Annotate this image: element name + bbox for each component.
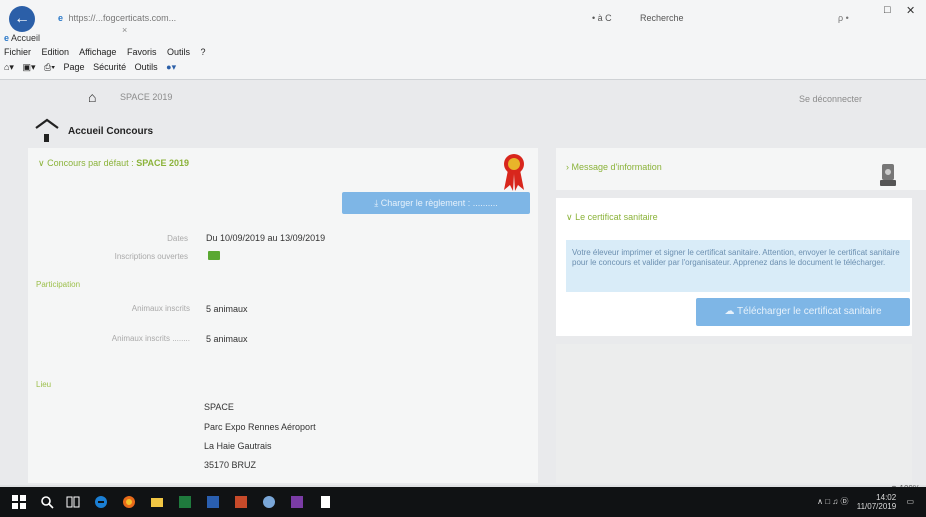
toolbar-page[interactable]: Page	[64, 62, 85, 72]
print-icon[interactable]: ⎙▾	[44, 62, 55, 72]
cert-heading: Le certificat sanitaire	[575, 212, 658, 222]
tab-accueil[interactable]: e Accueil	[4, 33, 40, 43]
address-bar[interactable]: e https://...fogcerticats.com...	[58, 13, 578, 29]
message-panel: › Message d'information	[556, 148, 926, 190]
message-header[interactable]: › Message d'information	[566, 162, 662, 172]
cert-header[interactable]: ∨ Le certificat sanitaire	[566, 212, 658, 223]
lieu-heading: Lieu	[36, 380, 52, 389]
concours-panel: ∨ Concours par défaut : SPACE 2019 ⤓ Cha…	[28, 148, 538, 483]
address-line: 35170 BRUZ	[204, 460, 257, 470]
search-taskbar-icon[interactable]	[40, 495, 54, 509]
chevron-down-icon: ∨	[566, 212, 573, 222]
help-icon[interactable]: ●▾	[166, 62, 176, 72]
document-icon[interactable]	[318, 495, 332, 509]
windows-start-icon[interactable]	[12, 495, 26, 509]
menu-item[interactable]: Edition	[42, 47, 70, 57]
certificate-button-label: Télécharger le certificat sanitaire	[737, 306, 882, 317]
toolbar-outils[interactable]: Outils	[135, 62, 158, 72]
address-actions[interactable]: • à C	[592, 13, 612, 23]
empty-area	[556, 344, 912, 483]
award-ribbon-icon	[504, 154, 524, 191]
animals-value-2: 5 animaux	[206, 334, 248, 344]
task-view-icon[interactable]	[66, 495, 80, 509]
address-line: SPACE	[204, 402, 234, 412]
participation-heading: Participation	[36, 280, 81, 289]
notification-icon[interactable]: ▭	[906, 497, 914, 506]
ie-tab-icon: e	[4, 33, 10, 43]
close-icon[interactable]: ✕	[906, 4, 915, 17]
section-name: SPACE 2019	[136, 158, 190, 168]
message-heading: Message d'information	[571, 162, 662, 172]
download-reglement-button[interactable]: ⤓ Charger le règlement : ..........	[342, 192, 530, 214]
download-icon: ⤓	[374, 198, 379, 208]
clock-time: 14:02	[876, 493, 897, 502]
address-line: La Haie Gautrais	[204, 441, 272, 451]
web-page: ⌂ SPACE 2019 Se déconnecter Accueil Conc…	[0, 80, 926, 485]
address-text: https://...fogcerticats.com...	[68, 13, 177, 23]
home-icon[interactable]: ⌂	[88, 89, 96, 105]
dates-value: Du 10/09/2019 au 13/09/2019	[206, 233, 326, 243]
certificate-icon	[880, 164, 896, 186]
logo-icon	[35, 118, 59, 142]
browser-chrome: ← e https://...fogcerticats.com... • à C…	[0, 0, 926, 80]
back-arrow-icon[interactable]: ←	[9, 6, 35, 32]
onenote-icon[interactable]	[290, 495, 304, 509]
menu-item[interactable]: Outils	[167, 47, 190, 57]
cloud-download-icon: ☁	[724, 306, 735, 317]
command-bar: ⌂▾ ▣▾ ⎙▾ Page Sécurité Outils ●▾	[4, 62, 182, 73]
file-explorer-icon[interactable]	[150, 495, 164, 509]
search-icon[interactable]: ρ •	[838, 13, 849, 23]
menu-item[interactable]: Fichier	[4, 47, 31, 57]
firefox-icon[interactable]	[122, 495, 136, 509]
ie-icon: e	[58, 13, 64, 23]
dates-label: Dates	[167, 234, 188, 243]
app-icon[interactable]	[262, 495, 276, 509]
maximize-icon[interactable]: □	[884, 4, 891, 16]
section-prefix: Concours par défaut :	[47, 158, 134, 168]
chevron-right-icon: ›	[566, 162, 569, 172]
info-message: Votre éleveur imprimer et signer le cert…	[566, 240, 910, 292]
page-title: Accueil Concours	[68, 126, 154, 137]
animals-label-2: Animaux inscrits ........	[111, 334, 190, 343]
menu-item[interactable]: Affichage	[79, 47, 116, 57]
menu-item[interactable]: Favoris	[127, 47, 157, 57]
chevron-down-icon: ∨	[38, 158, 45, 168]
animals-label: Animaux inscrits	[131, 304, 190, 313]
toolbar-securite[interactable]: Sécurité	[93, 62, 126, 72]
status-badge	[208, 251, 220, 260]
right-column: › Message d'information ∨ Le certificat …	[556, 148, 926, 483]
breadcrumb[interactable]: SPACE 2019	[120, 92, 172, 102]
address-line: Parc Expo Rennes Aéroport	[204, 422, 316, 432]
edge-icon[interactable]	[94, 495, 108, 509]
feed-icon[interactable]: ▣▾	[22, 62, 35, 72]
download-certificate-button[interactable]: ☁ Télécharger le certificat sanitaire	[696, 298, 910, 326]
menu-item[interactable]: ?	[201, 47, 206, 57]
clock-date: 11/07/2019	[856, 502, 897, 511]
excel-icon[interactable]	[178, 495, 192, 509]
powerpoint-icon[interactable]	[234, 495, 248, 509]
home-toolbar-icon[interactable]: ⌂▾	[4, 62, 14, 72]
word-icon[interactable]	[206, 495, 220, 509]
tray-icons: ∧ □ ♫ Ⓓ	[817, 497, 849, 507]
tab-label: Accueil	[11, 33, 41, 43]
taskbar: ∧ □ ♫ Ⓓ 14:02 11/07/2019 ▭	[0, 487, 926, 517]
system-tray[interactable]: ∧ □ ♫ Ⓓ 14:02 11/07/2019 ▭	[817, 493, 914, 511]
animals-value: 5 animaux	[206, 304, 248, 314]
status-label: Inscriptions ouvertes	[114, 252, 188, 261]
certificat-panel: ∨ Le certificat sanitaire Votre éleveur …	[556, 198, 912, 336]
tab-close-icon[interactable]: ×	[122, 25, 127, 35]
logout-link[interactable]: Se déconnecter	[799, 94, 862, 104]
section-header[interactable]: ∨ Concours par défaut : SPACE 2019	[38, 158, 189, 169]
menu-bar: Fichier Edition Affichage Favoris Outils…	[4, 47, 214, 57]
search-input[interactable]: Recherche	[636, 10, 826, 26]
download-button-label: Charger le règlement : ..........	[380, 198, 498, 208]
